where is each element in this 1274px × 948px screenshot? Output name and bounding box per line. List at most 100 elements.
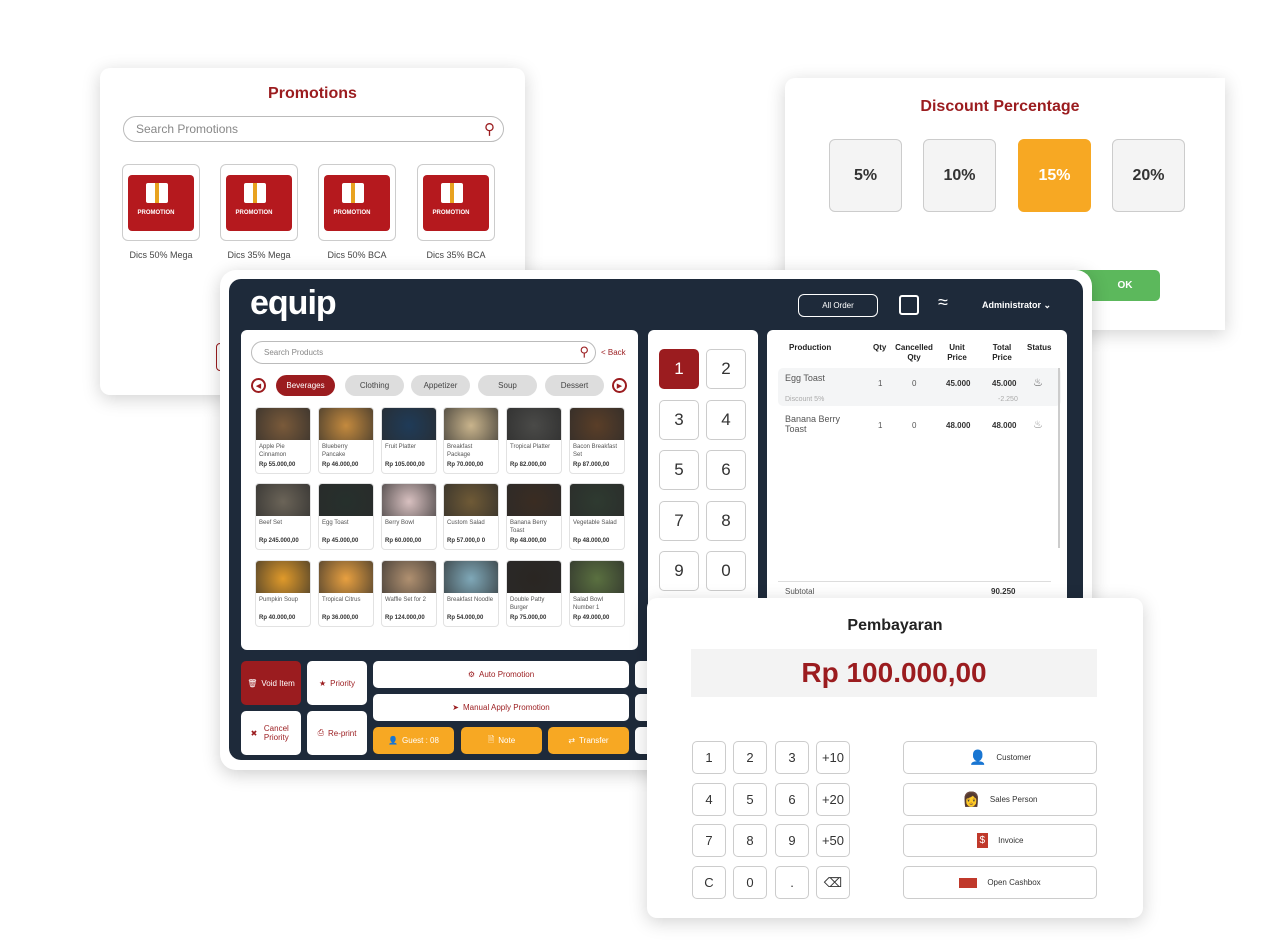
product-card[interactable]: Banana Berry Toast Rp 48.000,00 (506, 483, 562, 550)
discount-15[interactable]: 15% (1018, 139, 1091, 212)
product-card[interactable]: Pumpkin Soup Rp 40.000,00 (255, 560, 311, 627)
payment-key[interactable]: C (692, 866, 726, 899)
product-card[interactable]: Vegetable Salad Rp 48.000,00 (569, 483, 625, 550)
transfer-button[interactable]: ⇄ Transfer (548, 727, 629, 754)
payment-key[interactable]: 9 (775, 824, 809, 857)
payment-key[interactable]: +50 (816, 824, 850, 857)
product-card[interactable]: Egg Toast Rp 45.000,00 (318, 483, 374, 550)
auto-promotion-button[interactable]: ⚙ Auto Promotion (373, 661, 629, 688)
discount-5[interactable]: 5% (829, 139, 902, 212)
numpad-key[interactable]: 3 (659, 399, 699, 440)
more-button[interactable] (635, 694, 647, 721)
logo: equip (250, 284, 337, 322)
numpad-key[interactable]: 2 (706, 349, 746, 389)
promotion-coupon[interactable]: PROMOTION (417, 164, 495, 241)
category-tab[interactable]: Clothing (345, 375, 404, 396)
subtotal-label: Subtotal (785, 587, 815, 596)
numpad-key[interactable]: 7 (659, 500, 699, 541)
product-card[interactable]: Custom Salad Rp 57.000,0 0 (443, 483, 499, 550)
product-price: Rp 105.000,00 (385, 462, 425, 468)
payment-key[interactable]: 7 (692, 824, 726, 857)
product-card[interactable]: Breakfast Noodle Rp 54.000,00 (443, 560, 499, 627)
open-cashbox-label: Open Cashbox (987, 878, 1041, 887)
promotion-label: Dics 50% Mega (129, 250, 193, 260)
more-button[interactable] (635, 661, 647, 688)
payment-key[interactable]: 0 (733, 866, 767, 899)
numpad-key[interactable]: 9 (659, 551, 699, 591)
product-card[interactable]: Waffle Set for 2 Rp 124.000,00 (381, 560, 437, 627)
chevron-right-icon[interactable]: ▶ (612, 378, 627, 393)
product-name: Waffle Set for 2 (385, 597, 427, 603)
product-card[interactable]: Tropical Citrus Rp 36.000,00 (318, 560, 374, 627)
guest-button[interactable]: 👤 Guest : 08 (373, 727, 454, 754)
product-search-input[interactable]: Search Products ⚲ (251, 341, 596, 364)
numpad-key[interactable]: 0 (706, 551, 746, 591)
numpad-key[interactable]: 5 (659, 450, 699, 490)
chef-hat-icon: ♨ (1033, 377, 1043, 389)
all-order-button[interactable]: All Order (798, 294, 878, 317)
payment-key[interactable]: 1 (692, 741, 726, 774)
reprint-button[interactable]: ⎙ Re-print (307, 711, 367, 755)
order-item-name[interactable]: Egg Toast (785, 373, 825, 383)
discount-title: Discount Percentage (920, 98, 1080, 115)
discount-20[interactable]: 20% (1112, 139, 1185, 212)
payment-key[interactable]: 3 (775, 741, 809, 774)
discount-10[interactable]: 10% (923, 139, 996, 212)
product-image (570, 408, 624, 440)
payment-key[interactable]: 6 (775, 783, 809, 816)
payment-key[interactable]: 5 (733, 783, 767, 816)
open-cashbox-button[interactable]: Open Cashbox (903, 866, 1097, 899)
search-icon[interactable]: ⚲ (484, 120, 495, 138)
back-link[interactable]: < Back (601, 348, 626, 357)
priority-button[interactable]: ★ Priority (307, 661, 367, 705)
payment-key[interactable]: 4 (692, 783, 726, 816)
product-card[interactable]: Tropical Platter Rp 82.000,00 (506, 407, 562, 474)
more-button[interactable] (635, 727, 647, 754)
promotion-coupon[interactable]: PROMOTION (318, 164, 396, 241)
product-card[interactable]: Beef Set Rp 245.000,00 (255, 483, 311, 550)
numpad-key[interactable]: 4 (706, 399, 746, 440)
payment-key[interactable]: 8 (733, 824, 767, 857)
invoice-button[interactable]: $ Invoice (903, 824, 1097, 857)
printer-icon: ⎙ (317, 728, 324, 737)
sales-person-button[interactable]: 👩 Sales Person (903, 783, 1097, 816)
manual-promotion-button[interactable]: ➤ Manual Apply Promotion (373, 694, 629, 721)
payment-key[interactable]: +10 (816, 741, 850, 774)
divider (778, 581, 1051, 582)
product-card[interactable]: Fruit Platter Rp 105.000,00 (381, 407, 437, 474)
product-card[interactable]: Bacon Breakfast Set Rp 87.000,00 (569, 407, 625, 474)
product-card[interactable]: Apple Pie Cinnamon Rp 55.000,00 (255, 407, 311, 474)
product-card[interactable]: Berry Bowl Rp 60.000,00 (381, 483, 437, 550)
product-card[interactable]: Breakfast Package Rp 70.000,00 (443, 407, 499, 474)
payment-key[interactable]: 2 (733, 741, 767, 774)
user-menu[interactable]: Administrator ⌄ (982, 300, 1051, 311)
product-name: Double Patty Burger (510, 597, 545, 611)
note-button[interactable]: 🗎 Note (461, 727, 542, 754)
order-item-name[interactable]: Banana Berry Toast (785, 414, 850, 434)
product-image (256, 561, 310, 593)
payment-key[interactable]: . (775, 866, 809, 899)
search-icon[interactable]: ⚲ (579, 344, 589, 360)
payment-key[interactable]: +20 (816, 783, 850, 816)
customer-button[interactable]: 👤 Customer (903, 741, 1097, 774)
payment-key[interactable]: ⌫ (816, 866, 850, 899)
category-tab[interactable]: Dessert (545, 375, 604, 396)
category-tab[interactable]: Appetizer (411, 375, 470, 396)
numpad-key[interactable]: 6 (706, 450, 746, 490)
numpad-key[interactable]: 1 (659, 349, 699, 389)
promotion-coupon[interactable]: PROMOTION (220, 164, 298, 241)
chevron-left-icon[interactable]: ◀ (251, 378, 266, 393)
category-tab[interactable]: Beverages (276, 375, 335, 396)
product-card[interactable]: Double Patty Burger Rp 75.000,00 (506, 560, 562, 627)
void-item-button[interactable]: 🗑 Void Item (241, 661, 301, 705)
printer-icon[interactable] (899, 295, 919, 315)
promotions-search-input[interactable]: Search Promotions ⚲ (123, 116, 504, 142)
cancel-priority-button[interactable]: ✖ Cancel Priority (241, 711, 301, 755)
product-card[interactable]: Blueberry Pancake Rp 46.000,00 (318, 407, 374, 474)
product-card[interactable]: Salad Bowl Number 1 Rp 49.000,00 (569, 560, 625, 627)
numpad-key[interactable]: 8 (706, 500, 746, 541)
promotion-coupon[interactable]: PROMOTION (122, 164, 200, 241)
category-tab[interactable]: Soup (478, 375, 537, 396)
scrollbar[interactable] (1058, 368, 1060, 548)
order-item-unit: 45.000 (946, 379, 971, 388)
